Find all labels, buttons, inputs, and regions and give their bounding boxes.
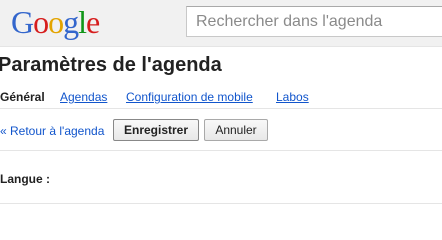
logo-letter: l [78, 4, 87, 40]
settings-tabs: Général Agendas Configuration de mobile … [0, 88, 442, 110]
save-button[interactable]: Enregistrer [113, 119, 199, 141]
logo-letter: o [33, 4, 49, 40]
logo-letter: o [48, 4, 64, 40]
search-input[interactable] [186, 6, 442, 37]
logo-letter: G [11, 4, 34, 40]
back-to-calendar-link[interactable]: « Retour à l'agenda [0, 124, 104, 138]
row-divider [0, 203, 442, 204]
logo-letter: e [86, 4, 100, 40]
language-label: Langue : [0, 172, 50, 186]
top-bar: Google [0, 0, 442, 47]
logo-letter: g [63, 4, 79, 40]
tab-labs[interactable]: Labos [276, 90, 309, 104]
tab-general[interactable]: Général [0, 90, 45, 104]
google-logo[interactable]: Google [11, 3, 100, 41]
tab-mobile-configuration[interactable]: Configuration de mobile [126, 90, 253, 104]
tab-agendas[interactable]: Agendas [60, 90, 107, 104]
page-title: Paramètres de l'agenda [0, 54, 222, 76]
tabs-divider [0, 108, 442, 109]
section-divider [0, 150, 442, 151]
cancel-button[interactable]: Annuler [204, 119, 268, 141]
